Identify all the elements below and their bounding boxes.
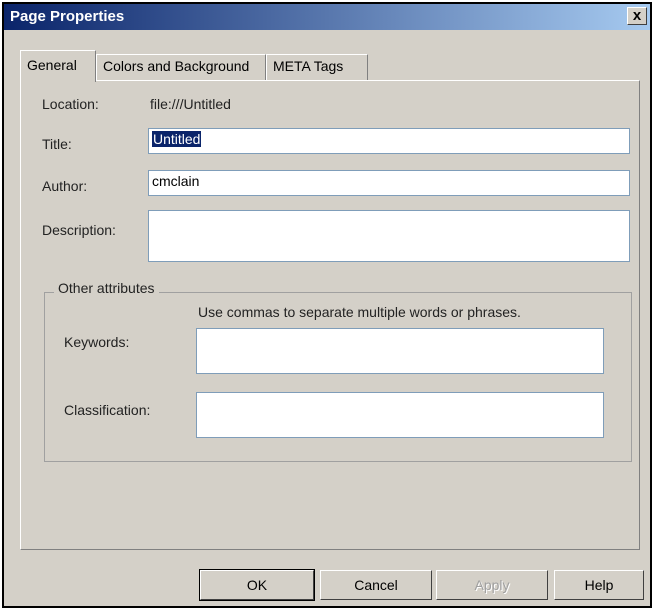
keywords-hint: Use commas to separate multiple words or… [198,304,521,320]
classification-label: Classification: [64,402,151,418]
cancel-button[interactable]: Cancel [320,570,432,600]
ok-button[interactable]: OK [199,569,315,601]
tab-colors-and-background[interactable]: Colors and Background [96,54,266,80]
other-attributes-title: Other attributes [54,280,159,296]
tab-meta-tags[interactable]: META Tags [266,54,368,80]
page-properties-dialog: Page Properties x General Colors and Bac… [2,2,652,608]
description-label: Description: [42,222,116,238]
author-input-value: cmclain [152,173,200,189]
author-input[interactable]: cmclain [148,170,630,196]
keywords-input[interactable] [196,328,604,374]
apply-button[interactable]: Apply [436,570,548,600]
location-label: Location: [42,96,99,112]
keywords-label: Keywords: [64,334,130,350]
tab-meta-label: META Tags [273,58,344,74]
close-icon[interactable]: x [627,7,647,25]
tab-general[interactable]: General [20,50,96,82]
tab-colors-label: Colors and Background [103,58,250,74]
title-input-value: Untitled [152,131,202,147]
title-input[interactable]: Untitled [148,128,630,154]
classification-input[interactable] [196,392,604,438]
help-button[interactable]: Help [554,570,644,600]
location-value: file:///Untitled [150,96,231,112]
window-title: Page Properties [10,8,125,25]
description-input[interactable] [148,210,630,262]
title-label: Title: [42,136,72,152]
tab-general-label: General [27,57,77,73]
author-label: Author: [42,178,88,194]
title-bar[interactable]: Page Properties x [4,4,650,30]
